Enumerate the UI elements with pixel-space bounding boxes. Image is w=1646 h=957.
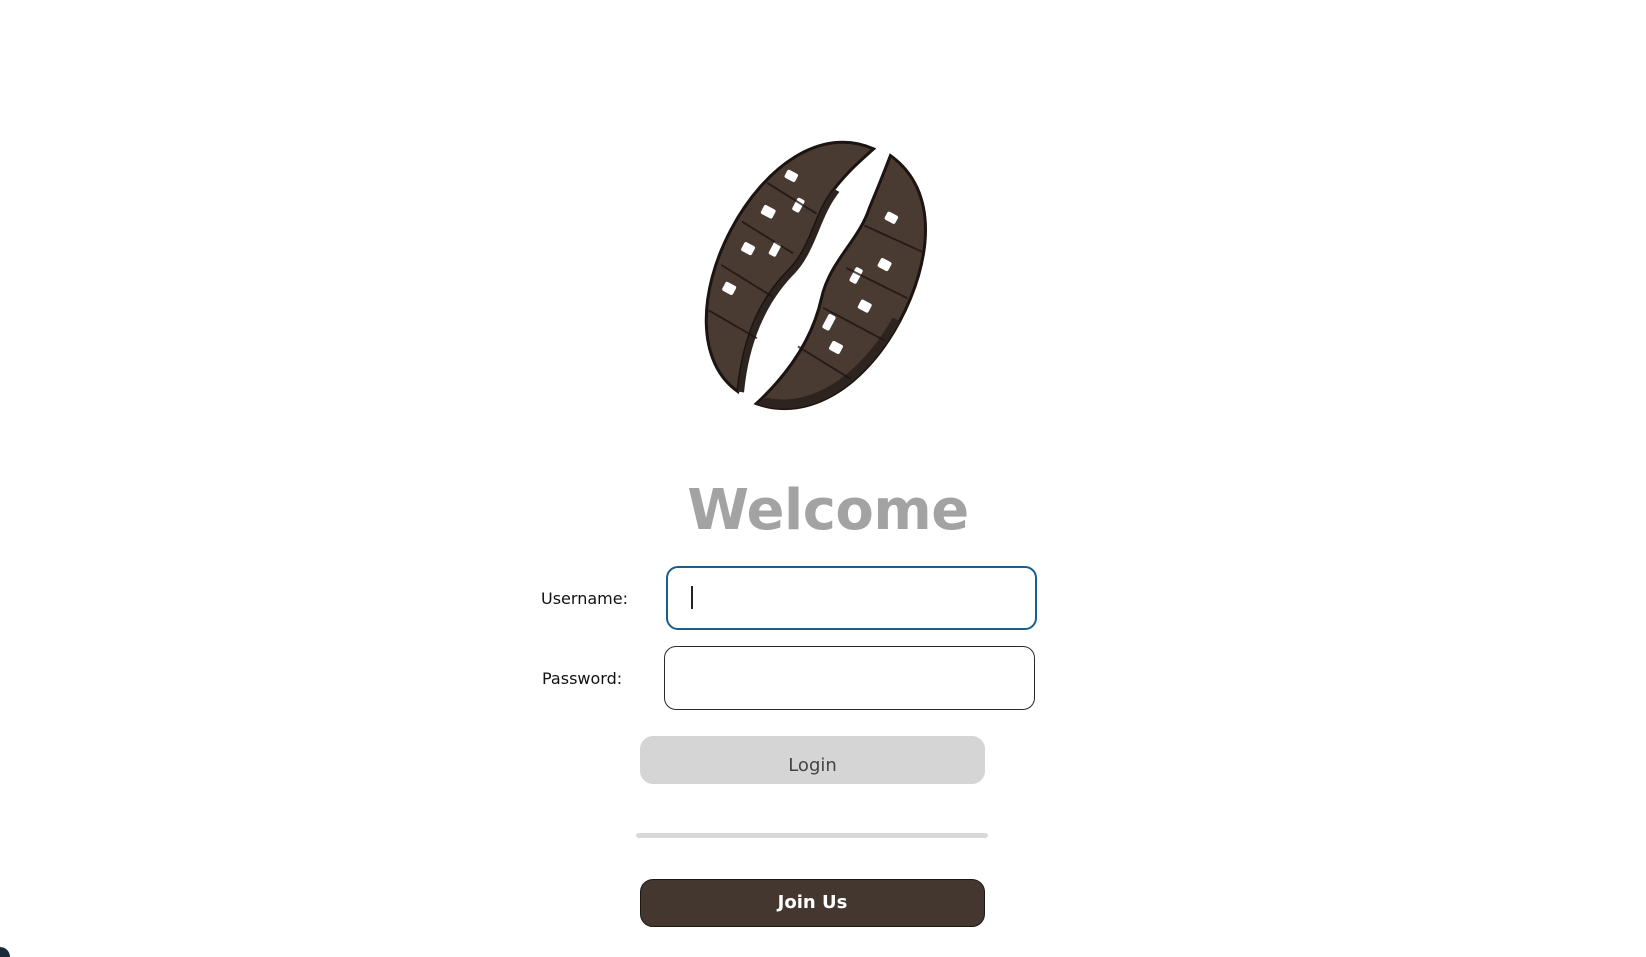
welcome-text: Welcome	[687, 478, 969, 543]
login-page: Welcome Username: Password: Login Join U…	[0, 0, 1646, 957]
join-us-button[interactable]: Join Us	[640, 879, 985, 927]
password-input[interactable]	[664, 646, 1035, 710]
username-label: Username:	[541, 589, 628, 608]
login-button[interactable]: Login	[640, 736, 985, 784]
username-input[interactable]	[666, 566, 1037, 630]
form-divider	[636, 833, 988, 838]
window-corner	[0, 947, 10, 957]
coffee-bean-logo-icon	[704, 140, 927, 411]
welcome-heading: Welcome	[0, 480, 1646, 542]
text-cursor	[691, 586, 693, 609]
password-label: Password:	[542, 669, 623, 688]
